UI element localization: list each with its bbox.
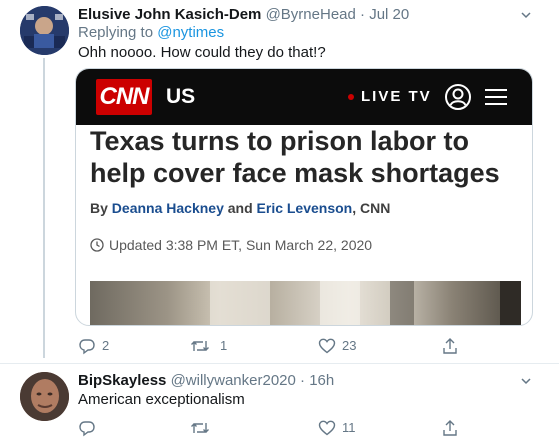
retweet-icon <box>191 423 209 433</box>
author-name[interactable]: BipSkayless <box>78 372 166 389</box>
avatar[interactable] <box>20 372 69 421</box>
tweet-header: Elusive John Kasich-Dem @ByrneHead · Jul… <box>78 5 409 25</box>
tweet-date[interactable]: Jul 20 <box>369 6 409 23</box>
reply-count: 2 <box>102 338 110 353</box>
byline-and: and <box>227 200 253 216</box>
author-handle[interactable]: @ByrneHead <box>266 6 356 23</box>
live-tv-label: LIVE TV <box>361 88 432 105</box>
user-account-icon <box>445 84 471 110</box>
retweet-count: 1 <box>220 338 228 353</box>
replying-to: Replying to @nytimes <box>78 24 224 41</box>
replying-handle[interactable]: @nytimes <box>157 24 224 41</box>
article-photo <box>90 281 521 325</box>
heart-icon <box>318 420 336 436</box>
author-handle[interactable]: @willywanker2020 <box>171 372 296 389</box>
byline-suffix: , CNN <box>352 200 391 216</box>
share-icon <box>443 420 457 436</box>
reply-icon <box>79 421 95 437</box>
live-dot-icon <box>348 94 354 100</box>
reply-icon <box>79 339 95 355</box>
like-count: 23 <box>342 338 357 353</box>
chevron-down-icon[interactable] <box>520 9 532 21</box>
clock-icon <box>90 238 104 252</box>
separator: · <box>360 6 366 23</box>
cnn-logo: CNN <box>96 79 152 115</box>
article-byline: By Deanna Hackney and Eric Levenson, CNN <box>90 198 390 218</box>
replying-prefix: Replying to <box>78 24 154 41</box>
byline-prefix: By <box>90 200 108 216</box>
section-label: US <box>166 85 196 108</box>
retweet-icon <box>191 341 209 351</box>
heart-icon <box>318 338 336 354</box>
cnn-header-bar: CNN US LIVE TV <box>76 69 532 125</box>
like-count: 11 <box>342 420 356 435</box>
separator: · <box>300 372 306 389</box>
byline-author: Eric Levenson <box>256 200 353 216</box>
avatar[interactable] <box>20 6 69 55</box>
menu-icon <box>485 89 507 105</box>
share-icon <box>443 338 457 354</box>
author-name[interactable]: Elusive John Kasich-Dem <box>78 6 261 23</box>
updated-text: Updated 3:38 PM ET, Sun March 22, 2020 <box>109 237 373 253</box>
byline-author: Deanna Hackney <box>111 200 224 216</box>
tweet[interactable]: Elusive John Kasich-Dem @ByrneHead · Jul… <box>0 0 559 364</box>
tweet-header: BipSkayless @willywanker2020 · 16h <box>78 371 334 391</box>
article-updated: Updated 3:38 PM ET, Sun March 22, 2020 <box>90 235 372 255</box>
chevron-down-icon[interactable] <box>520 375 532 387</box>
thread-line <box>43 58 45 358</box>
tweet-text: Ohh noooo. How could they do that!? <box>78 44 326 61</box>
tweet-date[interactable]: 16h <box>309 372 334 389</box>
link-card[interactable]: CNN US LIVE TV Texas turns to prison lab… <box>75 68 533 326</box>
article-headline: Texas turns to prison labor to help cove… <box>90 126 500 188</box>
tweet-text: American exceptionalism <box>78 391 245 408</box>
